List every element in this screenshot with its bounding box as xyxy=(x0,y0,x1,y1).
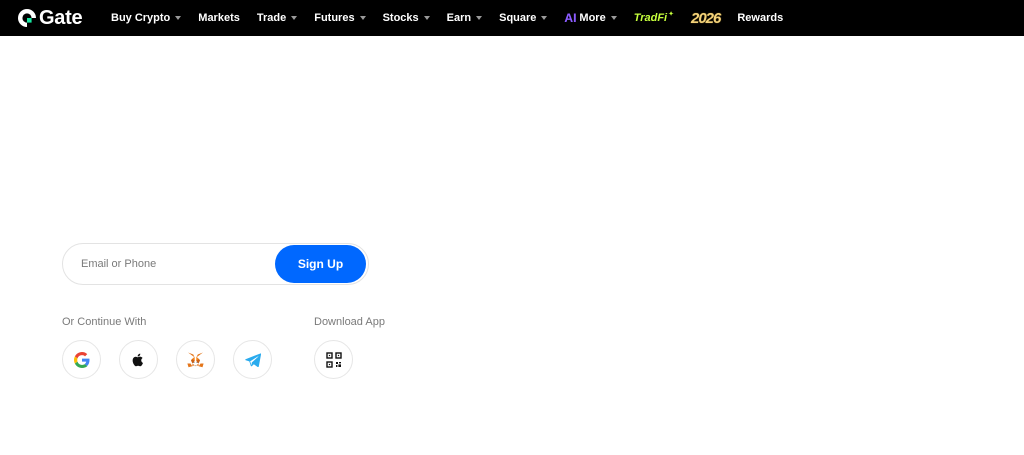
chevron-down-icon xyxy=(423,16,430,20)
telegram-icon xyxy=(244,352,261,367)
nav-label: Futures xyxy=(314,12,355,24)
top-navbar: Gate Buy Crypto Markets Trade Futures St… xyxy=(0,0,1024,36)
chevron-down-icon xyxy=(476,16,483,20)
sparkle-icon: ✦ xyxy=(668,11,674,18)
tradfi-label: TradFi xyxy=(633,12,668,24)
download-app-qr-button[interactable] xyxy=(314,340,353,379)
chevron-down-icon xyxy=(175,16,182,20)
metamask-login-button[interactable] xyxy=(176,340,215,379)
email-phone-input[interactable] xyxy=(81,254,271,274)
gate-logo-icon xyxy=(18,9,37,28)
nav-label: Earn xyxy=(446,12,472,24)
nav-label: Markets xyxy=(198,12,240,24)
telegram-login-button[interactable] xyxy=(233,340,272,379)
nav-trade[interactable]: Trade xyxy=(256,12,298,24)
signup-form: Sign Up xyxy=(62,243,369,285)
nav-label: More xyxy=(579,12,606,24)
metamask-fox-icon xyxy=(187,352,204,367)
gate-logo[interactable]: Gate xyxy=(17,6,83,29)
nav-square[interactable]: Square xyxy=(499,12,548,24)
chevron-down-icon xyxy=(610,16,617,20)
apple-login-button[interactable] xyxy=(119,340,158,379)
nav-rewards[interactable]: Rewards xyxy=(737,12,783,24)
brand-name: Gate xyxy=(39,6,83,29)
nav-tradfi[interactable]: TradFi ✦ xyxy=(633,11,674,24)
nav-label: Trade xyxy=(256,12,287,24)
nav-futures[interactable]: Futures xyxy=(314,12,366,24)
google-login-button[interactable] xyxy=(62,340,101,379)
nav-label: Stocks xyxy=(382,12,419,24)
nav-markets[interactable]: Markets xyxy=(198,12,240,24)
nav-label: Square xyxy=(499,12,537,24)
apple-icon xyxy=(132,353,143,366)
ai-badge-icon: AI xyxy=(564,11,577,25)
nav-label: Buy Crypto xyxy=(111,12,171,24)
google-icon xyxy=(73,351,89,368)
nav-more[interactable]: AI More xyxy=(564,11,617,25)
continue-with-label: Or Continue With xyxy=(62,316,147,328)
nav-stocks[interactable]: Stocks xyxy=(383,12,430,24)
nav-2026-promo[interactable]: 2026 xyxy=(690,9,721,27)
qr-code-icon xyxy=(325,351,342,368)
sign-up-button[interactable]: Sign Up xyxy=(275,245,366,283)
chevron-down-icon xyxy=(291,16,298,20)
year-badge: 2026 xyxy=(690,9,721,27)
download-app-label: Download App xyxy=(314,316,385,328)
chevron-down-icon xyxy=(541,16,548,20)
nav-earn[interactable]: Earn xyxy=(446,12,483,24)
nav-label: Rewards xyxy=(737,12,784,24)
main-nav: Buy Crypto Markets Trade Futures Stocks … xyxy=(111,0,800,36)
nav-buy-crypto[interactable]: Buy Crypto xyxy=(111,12,182,24)
chevron-down-icon xyxy=(359,16,366,20)
